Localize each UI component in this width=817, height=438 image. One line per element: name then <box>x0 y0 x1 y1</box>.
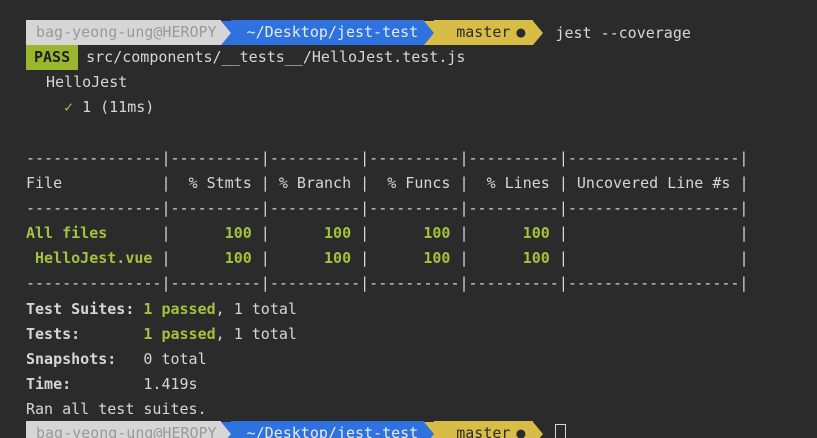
branch-name: master <box>456 424 511 438</box>
summary-label: Test Suites: <box>26 300 135 318</box>
prompt-directory: ~/Desktop/jest-test <box>230 421 425 438</box>
text-cursor[interactable] <box>555 423 567 438</box>
shell-prompt: bag-yeong-ung@HEROPY ~/Desktop/jest-test… <box>26 421 567 438</box>
summary-time: Time: 1.419s <box>26 372 198 397</box>
prompt-git-branch: master ● <box>434 20 534 45</box>
powerline-separator-icon <box>533 421 544 438</box>
test-result-line: PASS src/components/__tests__/HelloJest.t… <box>26 45 465 70</box>
summary-suites: Test Suites: 1 passed, 1 total <box>26 297 297 322</box>
prompt-user-host: bag-yeong-ung@HEROPY <box>26 20 221 45</box>
row-branch: 100 <box>324 249 352 267</box>
pass-badge: PASS <box>26 45 79 70</box>
row-lines: 100 <box>522 224 550 242</box>
summary-label: Snapshots: <box>26 350 117 368</box>
powerline-separator-icon <box>220 20 231 45</box>
row-funcs: 100 <box>423 249 451 267</box>
terminal-window[interactable]: bag-yeong-ung@HEROPY ~/Desktop/jest-test… <box>0 0 817 438</box>
powerline-separator-icon <box>533 20 544 45</box>
summary-tests: Tests: 1 passed, 1 total <box>26 322 297 347</box>
row-stmts: 100 <box>224 224 252 242</box>
powerline-separator-icon <box>424 20 435 45</box>
row-lines: 100 <box>522 249 550 267</box>
prompt-user-host: bag-yeong-ung@HEROPY <box>26 421 221 438</box>
table-separator: ---------------|----------|----------|--… <box>26 274 749 292</box>
summary-snapshots: Snapshots: 0 total <box>26 347 207 372</box>
table-separator: ---------------|----------|----------|--… <box>26 149 749 167</box>
row-funcs: 100 <box>423 224 451 242</box>
dirty-dot-icon: ● <box>516 23 526 41</box>
check-icon: ✓ <box>64 98 74 116</box>
col-uncovered: Uncovered Line #s <box>576 174 731 192</box>
prompt-directory: ~/Desktop/jest-test <box>230 20 425 45</box>
test-case-result: 1 (11ms) <box>82 98 155 116</box>
powerline-separator-icon <box>220 421 231 438</box>
branch-name: master <box>456 23 511 41</box>
summary-total: , 1 total <box>215 325 297 343</box>
shell-prompt: bag-yeong-ung@HEROPY ~/Desktop/jest-test… <box>26 20 691 45</box>
test-suite-name: HelloJest <box>46 73 128 91</box>
col-lines: % Lines <box>486 174 550 192</box>
col-file: File <box>26 174 63 192</box>
col-funcs: % Funcs <box>387 174 451 192</box>
table-row: All files | 100 | 100 | 100 | 100 | | <box>26 224 749 242</box>
table-row: HelloJest.vue | 100 | 100 | 100 | 100 | … <box>26 249 749 267</box>
table-separator: ---------------|----------|----------|--… <box>26 199 749 217</box>
row-file: All files <box>26 224 108 242</box>
summary-value: 0 total <box>143 350 207 368</box>
summary-label: Tests: <box>26 325 81 343</box>
summary-label: Time: <box>26 375 72 393</box>
dirty-dot-icon: ● <box>516 424 526 438</box>
row-branch: 100 <box>324 224 352 242</box>
summary-passed: 1 passed <box>143 300 216 318</box>
command-text: jest --coverage <box>555 23 691 42</box>
test-file-path: src/components/__tests__/HelloJest.test.… <box>86 48 466 66</box>
row-stmts: 100 <box>224 249 252 267</box>
summary-ran: Ran all test suites. <box>26 400 207 418</box>
prompt-git-branch: master ● <box>434 421 534 438</box>
summary-total: , 1 total <box>215 300 297 318</box>
row-file: HelloJest.vue <box>26 249 153 267</box>
powerline-separator-icon <box>424 421 435 438</box>
col-stmts: % Stmts <box>188 174 252 192</box>
test-case-line: ✓ 1 (11ms) <box>64 95 154 120</box>
col-branch: % Branch <box>278 174 352 192</box>
summary-passed: 1 passed <box>143 325 216 343</box>
table-header-row: File | % Stmts | % Branch | % Funcs | % … <box>26 174 749 192</box>
summary-value: 1.419s <box>143 375 198 393</box>
